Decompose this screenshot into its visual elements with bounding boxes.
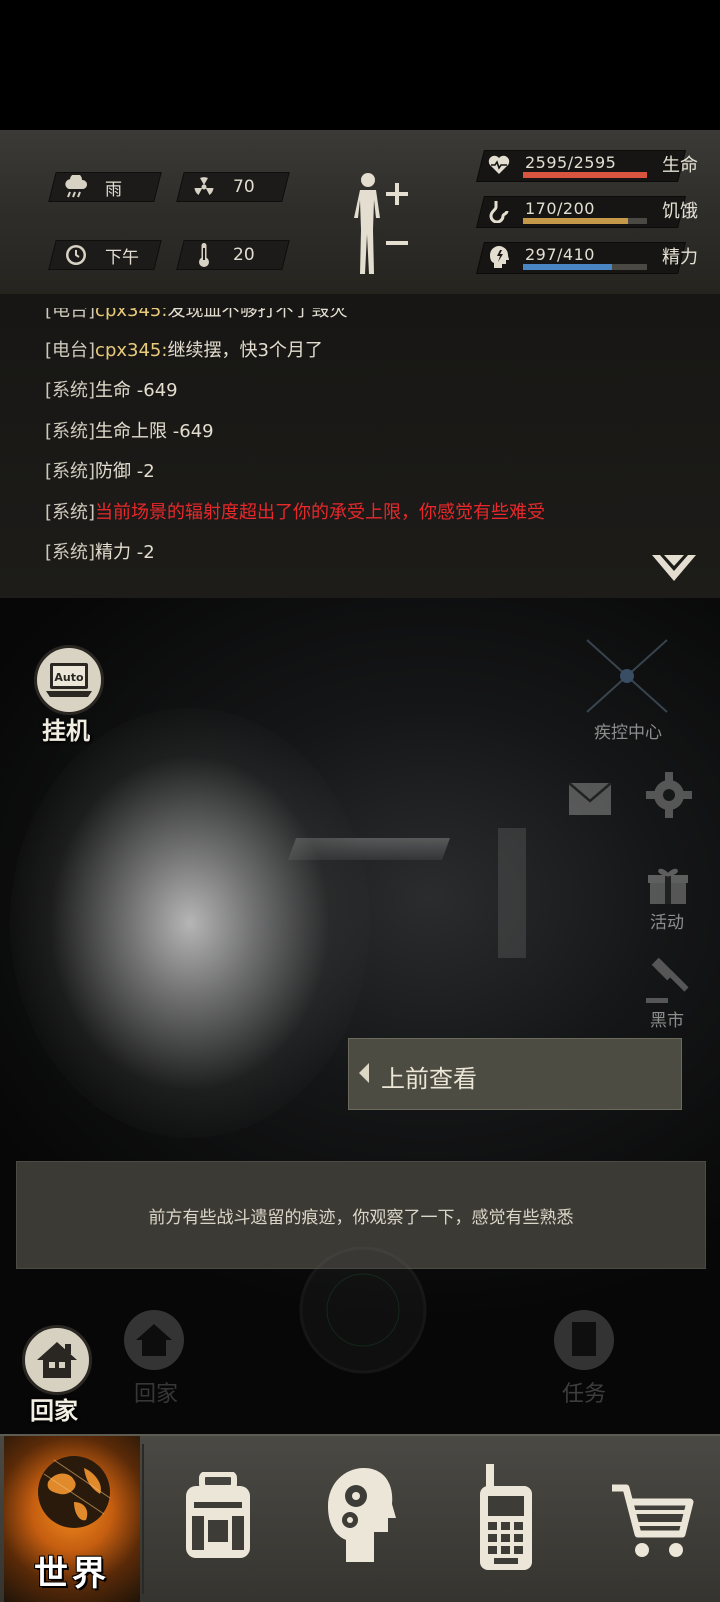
home-ghost-label: 回家 [134,1382,179,1407]
activity-button[interactable] [648,866,688,910]
double-chevron-down-icon [652,555,696,581]
heart-icon [487,153,511,177]
tab-radio[interactable] [438,1436,574,1602]
black-market-button[interactable] [646,957,692,1008]
chat-sender[interactable]: cpx345: [95,340,167,361]
task-ghost-button [552,1308,616,1376]
health-stat: 2595/2595 [476,150,686,182]
house-icon [22,1325,92,1395]
hunger-label: 饥饿 [662,201,698,222]
auto-laptop-icon: Auto [34,645,104,715]
shopping-cart-icon [612,1484,694,1557]
gear-icon [646,772,692,818]
chat-message-text: 生命上限 -649 [95,421,214,442]
control-center-button[interactable] [585,638,669,718]
time-pill: 下午 [48,240,162,270]
chat-channel-tag: [系统] [45,421,96,442]
house-ghost-icon [124,1310,184,1370]
chat-line: [系统]生命 -649 [45,376,178,402]
thermometer-icon [191,242,217,268]
svg-text:Auto: Auto [54,671,84,684]
clipboard-ghost-icon [554,1310,614,1370]
head-gears-icon [328,1468,396,1562]
hunger-value: 170/200 [525,199,595,218]
nav-divider [142,1444,144,1594]
radiation-pill: 70 [176,172,290,202]
auto-idle-button[interactable]: Auto 挂机 [34,645,104,745]
weather-value: 雨 [105,179,122,200]
hunger-stat: 170/200 [476,196,686,228]
health-value: 2595/2595 [525,153,617,172]
time-value: 下午 [105,247,139,268]
walkie-talkie-icon [480,1464,532,1570]
energy-stat: 297/410 [476,242,686,274]
rain-cloud-icon [63,174,89,200]
chat-line: [系统]精力 -2 [45,538,155,564]
radar-icon [299,1246,427,1374]
stomach-icon [487,199,511,224]
energy-value: 297/410 [525,245,595,264]
gavel-icon [646,957,689,1003]
caret-left-icon [359,1063,369,1083]
body-figure-icon [354,173,408,274]
task-ghost-label: 任务 [562,1382,607,1407]
chat-channel-tag: [系统] [45,502,96,523]
clock-icon [63,242,89,268]
collapse-chat-button[interactable] [650,553,698,585]
network-map-icon [586,639,668,713]
chat-message-text: 生命 -649 [95,380,178,401]
backpack-icon [186,1472,250,1558]
chat-line: [系统]防御 -2 [45,457,155,483]
home-ghost-button [122,1308,186,1376]
tab-backpack[interactable] [150,1436,286,1602]
mail-icon [568,782,612,815]
go-home-button[interactable]: 回家 [20,1325,94,1425]
radiation-icon [191,174,217,200]
inspect-forward-button[interactable]: 上前查看 [348,1038,682,1110]
chat-warning-text: 当前场景的辐射度超出了你的承受上限，你感觉有些难受 [95,502,546,523]
chat-channel-tag: [系统] [45,380,96,401]
settings-button[interactable] [646,772,692,822]
go-home-label: 回家 [30,1397,78,1425]
radiation-value: 70 [233,177,255,197]
bottom-navigation: 世界 [0,1434,720,1602]
energy-label: 精力 [662,247,698,268]
chat-channel-tag: [电台] [45,340,96,361]
black-market-label: 黑市 [650,1011,684,1031]
energy-bar [523,264,647,270]
wall-panel [498,828,526,958]
health-label: 生命 [662,155,698,176]
event-description-text: 前方有些战斗遗留的痕迹，你观察了一下，感觉有些熟悉 [148,1207,574,1228]
tab-world[interactable]: 世界 [4,1436,140,1602]
head-lightning-icon [487,245,511,269]
radar-ghost [298,1238,428,1392]
temperature-pill: 20 [176,240,290,270]
auto-idle-label: 挂机 [42,717,90,745]
control-center-label: 疾控中心 [594,723,662,743]
tab-skills[interactable] [294,1436,430,1602]
chat-line: [系统]当前场景的辐射度超出了你的承受上限，你感觉有些难受 [45,498,545,524]
chat-line: [系统]生命上限 -649 [45,417,214,443]
chat-message-text: 防御 -2 [95,461,155,482]
tab-world-label: 世界 [34,1554,110,1594]
gift-icon [648,868,688,904]
chat-line: [电台]cpx345:继续摆，快3个月了 [45,336,323,362]
chat-channel-tag: [系统] [45,461,96,482]
temperature-value: 20 [233,245,255,265]
health-bar [523,172,647,178]
fog-overlay [10,708,370,1138]
mail-button[interactable] [568,782,612,820]
top-black-bar [0,0,720,130]
tab-shop[interactable] [582,1436,718,1602]
chat-message-text: 继续摆，快3个月了 [167,340,323,361]
activity-label: 活动 [650,913,684,933]
hunger-bar [523,218,647,224]
inspect-forward-label: 上前查看 [381,1065,477,1093]
weather-pill: 雨 [48,172,162,202]
globe-icon [38,1456,111,1528]
body-status-button[interactable] [348,170,428,280]
chat-channel-tag: [系统] [45,542,96,563]
chat-message-text: 精力 -2 [95,542,155,563]
